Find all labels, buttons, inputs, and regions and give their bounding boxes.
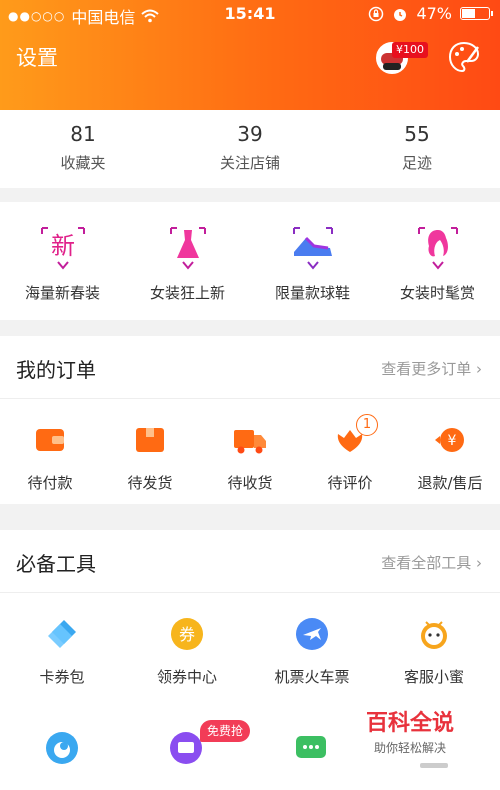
stat-label: 关注店铺	[219, 154, 280, 172]
chevron-right-icon: ›	[476, 554, 482, 572]
promo-label: 女装时髦赏	[399, 284, 475, 302]
stat-label: 足迹	[401, 154, 432, 172]
svg-text:¥: ¥	[448, 433, 457, 449]
dress-icon	[169, 227, 206, 270]
coupon-center-icon: 券	[171, 618, 203, 650]
tool-label: 客服小蜜	[403, 668, 464, 686]
wallet-icon	[36, 429, 64, 451]
coupon-badge[interactable]: ¥100	[392, 42, 428, 58]
stat-followed-shops[interactable]: 39 关注店铺	[167, 122, 333, 173]
chevron-right-icon: ›	[476, 360, 482, 378]
view-more-label: 查看更多订单	[381, 360, 472, 378]
divider	[0, 592, 500, 593]
promo-label: 限量款球鞋	[274, 284, 350, 302]
section-title: 我的订单	[16, 358, 96, 382]
sneaker-icon	[292, 227, 333, 270]
battery-percent: 47%	[416, 4, 452, 23]
tool-label: 卡券包	[39, 668, 85, 686]
truck-icon	[234, 430, 266, 454]
section-title: 必备工具	[16, 552, 96, 576]
rotation-lock-icon	[369, 6, 384, 21]
package-icon	[136, 428, 164, 452]
tool-customer-service[interactable]: 客服小蜜	[384, 616, 484, 687]
svg-text:券: 券	[179, 625, 195, 644]
tv-icon[interactable]	[168, 730, 204, 766]
refund-icon: ¥	[435, 428, 464, 452]
watermark-title: 百科全说	[365, 711, 454, 736]
order-label: 待评价	[327, 474, 373, 492]
order-refund[interactable]: ¥ 退款/售后	[400, 422, 500, 493]
handle-indicator	[420, 763, 448, 768]
promo-item-fashion[interactable]: 女装时髦赏	[375, 224, 500, 303]
view-all-tools-link[interactable]: 查看全部工具 ›	[381, 552, 482, 573]
view-all-label: 查看全部工具	[381, 554, 472, 572]
orders-section: 我的订单 查看更多订单 › 待付款 待发货 待收货 1 待评价 ¥ 退款/售后	[0, 336, 500, 504]
tool-label: 机票火车票	[274, 668, 350, 686]
view-more-orders-link[interactable]: 查看更多订单 ›	[381, 358, 482, 379]
fashion-icon	[417, 227, 458, 270]
svg-text:新: 新	[51, 232, 75, 260]
watermark-subtitle: 助你轻松解决	[373, 741, 446, 755]
free-grab-badge: 免费抢	[200, 720, 251, 742]
stat-favorites[interactable]: 81 收藏夹	[0, 122, 166, 173]
stat-number: 81	[70, 122, 96, 146]
new-icon: 新	[40, 227, 85, 270]
order-pending-payment[interactable]: 待付款	[0, 422, 100, 493]
tool-card-wallet[interactable]: 卡券包	[12, 616, 112, 687]
tool-coupon-center[interactable]: 券 领券中心	[137, 616, 237, 687]
promo-item-new-spring[interactable]: 新 海量新春装	[0, 224, 125, 303]
battery-icon	[460, 7, 493, 20]
stat-footprints[interactable]: 55 足迹	[334, 122, 500, 173]
header-bar: ●●○○○ 中国电信 15:41 47% 设置 ¥100	[0, 0, 500, 110]
order-pending-receipt[interactable]: 待收货	[200, 422, 300, 493]
promo-label: 女装狂上新	[149, 284, 225, 302]
bubble-icon[interactable]	[44, 730, 80, 766]
order-label: 待收货	[227, 474, 273, 492]
order-label: 待发货	[127, 474, 173, 492]
palette-icon[interactable]	[447, 40, 481, 74]
tool-label: 领券中心	[156, 668, 217, 686]
order-pending-review[interactable]: 1 待评价	[300, 414, 400, 493]
service-icon	[421, 621, 447, 649]
promo-label: 海量新春装	[24, 284, 100, 302]
stats-card: 81 收藏夹 39 关注店铺 55 足迹	[0, 110, 500, 188]
stat-label: 收藏夹	[60, 154, 106, 172]
promo-item-women-new[interactable]: 女装狂上新	[125, 224, 250, 303]
stat-number: 55	[404, 122, 430, 146]
stat-number: 39	[237, 122, 263, 146]
order-label: 退款/售后	[417, 474, 483, 492]
promo-item-sneakers[interactable]: 限量款球鞋	[250, 224, 375, 303]
review-count-badge: 1	[356, 414, 378, 436]
order-label: 待付款	[27, 474, 73, 492]
ticket-icon	[48, 620, 76, 648]
promo-card: 新 海量新春装 女装狂上新 限量款球鞋 女装时髦赏	[0, 202, 500, 320]
message-icon[interactable]	[293, 730, 329, 766]
page-title[interactable]: 设置	[16, 42, 58, 72]
tool-flight-train[interactable]: 机票火车票	[262, 616, 362, 687]
status-bar: ●●○○○ 中国电信 15:41 47%	[0, 0, 500, 30]
divider	[0, 398, 500, 399]
order-pending-shipment[interactable]: 待发货	[100, 422, 200, 493]
plane-icon	[296, 618, 328, 650]
alarm-icon	[394, 8, 407, 21]
watermark-logo: 百科全说 助你轻松解决	[350, 705, 470, 756]
